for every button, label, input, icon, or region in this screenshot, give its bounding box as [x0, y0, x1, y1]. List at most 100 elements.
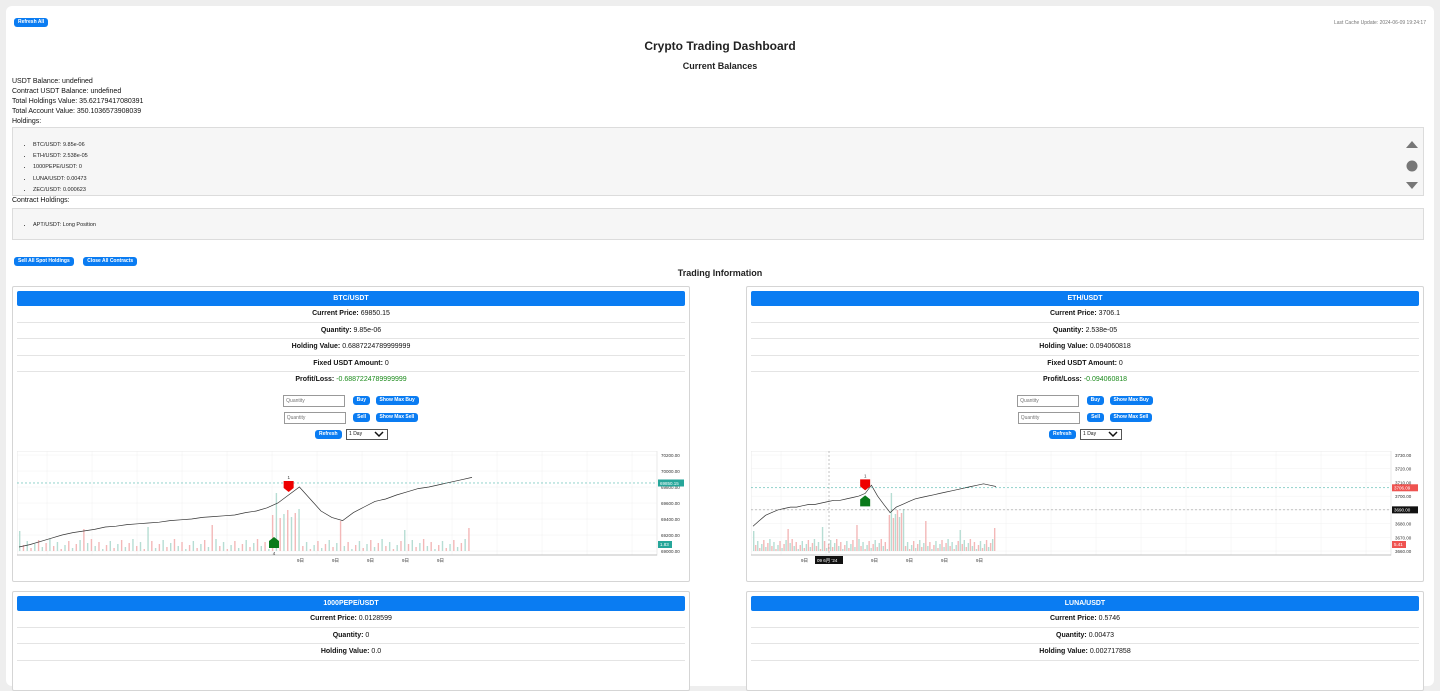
- volume-bar: [817, 542, 820, 551]
- volume-bar: [385, 546, 387, 551]
- price-chart-eth[interactable]: 3730.003720.003710.003700.003690.003680.…: [751, 451, 1421, 571]
- volume-bar: [177, 546, 179, 551]
- sell-quantity-input[interactable]: [1017, 411, 1080, 424]
- price-chart-btc[interactable]: 70200.0070000.0069800.0069600.0069400.00…: [17, 451, 687, 571]
- volume-bar: [30, 548, 32, 551]
- volume-bar: [162, 540, 164, 551]
- volume-bar: [279, 518, 281, 551]
- volume-bar: [765, 547, 767, 551]
- volume-bar: [260, 546, 262, 551]
- refresh-chart-button[interactable]: Refresh: [1048, 430, 1076, 440]
- volume-bar: [829, 540, 832, 551]
- current-price-row: Current Price: 3706.1: [751, 306, 1419, 323]
- volume-bar: [858, 539, 860, 551]
- volume-bar: [852, 540, 854, 551]
- holding-value-row: Holding Value: 0.002717858: [751, 644, 1419, 661]
- volume-bar: [921, 547, 923, 551]
- volume-bar: [902, 509, 905, 551]
- volume-bar: [866, 545, 868, 551]
- card-symbol-header: BTC/USDT: [17, 291, 685, 306]
- volume-bar: [388, 542, 391, 551]
- buy-button[interactable]: Buy: [352, 396, 371, 406]
- scroll-thumb[interactable]: [1406, 160, 1418, 172]
- trading-card-pepe: 1000PEPE/USDT Current Price: 0.0128599 Q…: [12, 591, 690, 691]
- sell-button[interactable]: Sell: [353, 413, 371, 423]
- volume-bar: [825, 548, 828, 551]
- chart-plot-area: [751, 451, 1392, 556]
- volume-bar: [52, 546, 55, 551]
- volume-bar: [60, 549, 62, 551]
- volume-bar: [56, 542, 59, 551]
- period-select[interactable]: 1 Day: [1080, 429, 1123, 441]
- volume-bar: [761, 544, 763, 551]
- holdings-label: Holdings:: [12, 118, 42, 125]
- scroll-down-icon[interactable]: [1406, 182, 1418, 189]
- volume-bar: [931, 549, 933, 551]
- scrollbar[interactable]: [1405, 138, 1419, 194]
- buy-quantity-input[interactable]: [283, 394, 346, 407]
- show-max-buy-button[interactable]: Show Max Buy: [375, 396, 419, 406]
- balances-summary: USDT Balance: undefined Contract USDT Ba…: [12, 77, 143, 127]
- volume-bar: [836, 539, 838, 551]
- sell-all-spot-button[interactable]: Sell All Spot Holdings: [14, 257, 74, 266]
- current-price-tag-text: 69850.15: [660, 481, 679, 486]
- close-all-contracts-button[interactable]: Close All Contracts: [83, 257, 138, 266]
- volume-bar: [793, 546, 795, 551]
- volume-bar: [287, 510, 289, 551]
- y-tick-label: 3730.00: [1395, 453, 1412, 458]
- volume-bar: [775, 549, 777, 551]
- volume-bar: [933, 545, 935, 551]
- volume-bar: [799, 545, 801, 551]
- volume-bar: [83, 529, 85, 551]
- volume-bar: [200, 544, 202, 551]
- show-max-sell-button[interactable]: Show Max Sell: [1109, 413, 1153, 423]
- refresh-all-button[interactable]: Refresh All: [14, 18, 49, 27]
- volume-bar: [438, 545, 440, 551]
- holdings-list-panel[interactable]: BTC/USDT: 9.85e-06 ETH/USDT: 2.538e-05 1…: [12, 127, 1424, 196]
- show-max-sell-button[interactable]: Show Max Sell: [375, 413, 419, 423]
- volume-bar: [354, 545, 357, 551]
- volume-bar: [226, 549, 229, 551]
- x-tick-label: 9日: [437, 558, 444, 564]
- quantity-row: Quantity: 9.85e-06: [17, 323, 685, 340]
- volume-bar: [45, 543, 47, 551]
- show-max-buy-button[interactable]: Show Max Buy: [1109, 396, 1153, 406]
- period-select[interactable]: 1 Day: [346, 429, 389, 441]
- volume-bar: [777, 545, 779, 551]
- sell-quantity-input[interactable]: [283, 411, 346, 424]
- refresh-chart-button[interactable]: Refresh: [314, 430, 342, 440]
- dashboard-page: Refresh All Last Cache Update: 2024-06-0…: [6, 6, 1434, 691]
- period-value: 1 Day: [1083, 431, 1097, 438]
- chevron-down-icon: [374, 431, 384, 438]
- contract-usdt-balance: Contract USDT Balance: undefined: [12, 88, 122, 95]
- y-tick-label: 69000.00: [661, 549, 680, 554]
- y-tick-label: 69200.00: [661, 533, 680, 538]
- volume-bar: [872, 544, 874, 551]
- volume-bar: [888, 515, 891, 551]
- profit-loss-row: Profit/Loss: -0.094060818: [1042, 376, 1128, 384]
- volume-bar: [328, 540, 330, 551]
- volume-bar: [411, 540, 413, 551]
- volume-bar: [937, 548, 939, 551]
- buy-quantity-input[interactable]: [1017, 394, 1080, 407]
- volume-bar: [803, 548, 806, 551]
- volume-bar: [434, 549, 436, 551]
- volume-bar: [929, 542, 931, 551]
- volume-bar: [789, 543, 791, 551]
- volume-bar: [64, 545, 66, 551]
- volume-bar: [991, 539, 994, 551]
- volume-bar: [268, 549, 270, 551]
- scroll-up-icon[interactable]: [1406, 141, 1418, 148]
- volume-bar: [290, 517, 293, 551]
- volume-bar: [809, 547, 812, 551]
- holding-value-row: Holding Value: 0.094060818: [751, 339, 1419, 356]
- sell-button[interactable]: Sell: [1087, 413, 1105, 423]
- volume-bar: [880, 539, 882, 551]
- volume-bar: [785, 540, 787, 551]
- x-tick-label: 9日: [976, 558, 983, 564]
- volume-bar: [468, 528, 470, 551]
- buy-button[interactable]: Buy: [1086, 396, 1105, 406]
- volume-bar: [886, 549, 889, 551]
- sell-row: Sell Show Max Sell: [13, 406, 689, 424]
- volume-bar: [862, 542, 864, 551]
